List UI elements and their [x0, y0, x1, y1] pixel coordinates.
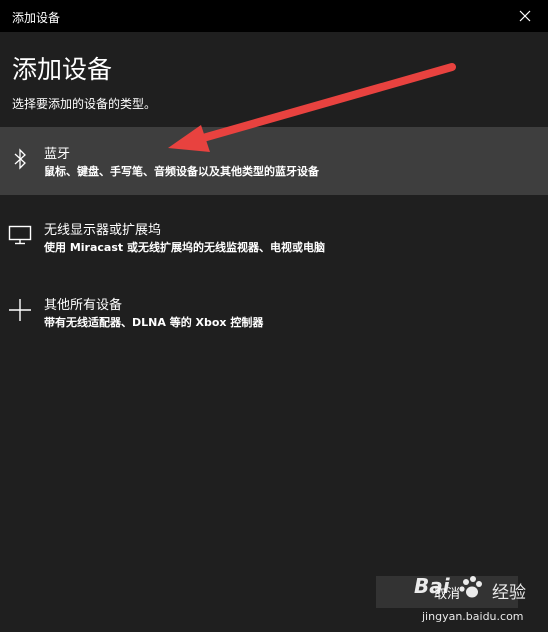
option-bluetooth[interactable]: 蓝牙 鼠标、键盘、手写笔、音频设备以及其他类型的蓝牙设备	[0, 127, 548, 195]
page-subtitle: 选择要添加的设备的类型。	[12, 97, 157, 111]
close-icon	[519, 10, 531, 22]
title-bar: 添加设备	[0, 0, 548, 32]
option-description: 带有无线适配器、DLNA 等的 Xbox 控制器	[44, 316, 264, 329]
watermark-cn: 经验	[492, 583, 526, 603]
monitor-icon	[6, 221, 34, 249]
plus-icon	[6, 296, 34, 324]
baidu-watermark: Bai 经验 jingyan.baidu.com	[410, 572, 540, 628]
bluetooth-icon	[6, 145, 34, 173]
option-other-devices[interactable]: 其他所有设备 带有无线适配器、DLNA 等的 Xbox 控制器	[0, 278, 548, 346]
option-name: 无线显示器或扩展坞	[44, 223, 162, 238]
option-description: 鼠标、键盘、手写笔、音频设备以及其他类型的蓝牙设备	[44, 165, 319, 178]
close-button[interactable]	[502, 0, 548, 32]
option-description: 使用 Miracast 或无线扩展坞的无线监视器、电视或电脑	[44, 241, 325, 254]
page-title: 添加设备	[12, 55, 113, 84]
option-name: 其他所有设备	[44, 298, 123, 313]
window-title: 添加设备	[12, 11, 61, 25]
watermark-url: jingyan.baidu.com	[422, 610, 524, 623]
option-name: 蓝牙	[44, 147, 71, 162]
option-wireless-display[interactable]: 无线显示器或扩展坞 使用 Miracast 或无线扩展坞的无线监视器、电视或电脑	[0, 203, 548, 271]
add-device-dialog: 添加设备 添加设备 选择要添加的设备的类型。 蓝牙 鼠标、键盘、手写笔、音频设备…	[0, 0, 548, 632]
paw-icon	[459, 576, 482, 598]
watermark-logo: Bai	[414, 574, 450, 598]
